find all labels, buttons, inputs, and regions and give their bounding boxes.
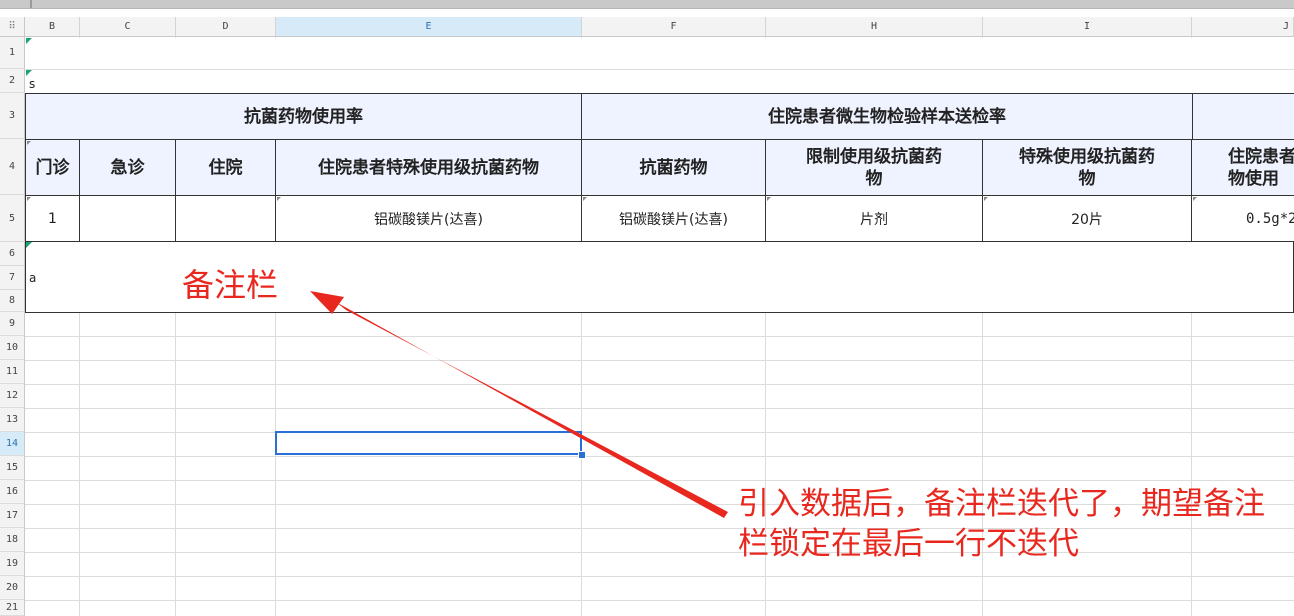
- annotation-note-message: 引入数据后，备注栏迭代了，期望备注栏锁定在最后一行不迭代: [738, 486, 1265, 562]
- annotation-note-label: 备注栏: [182, 266, 279, 304]
